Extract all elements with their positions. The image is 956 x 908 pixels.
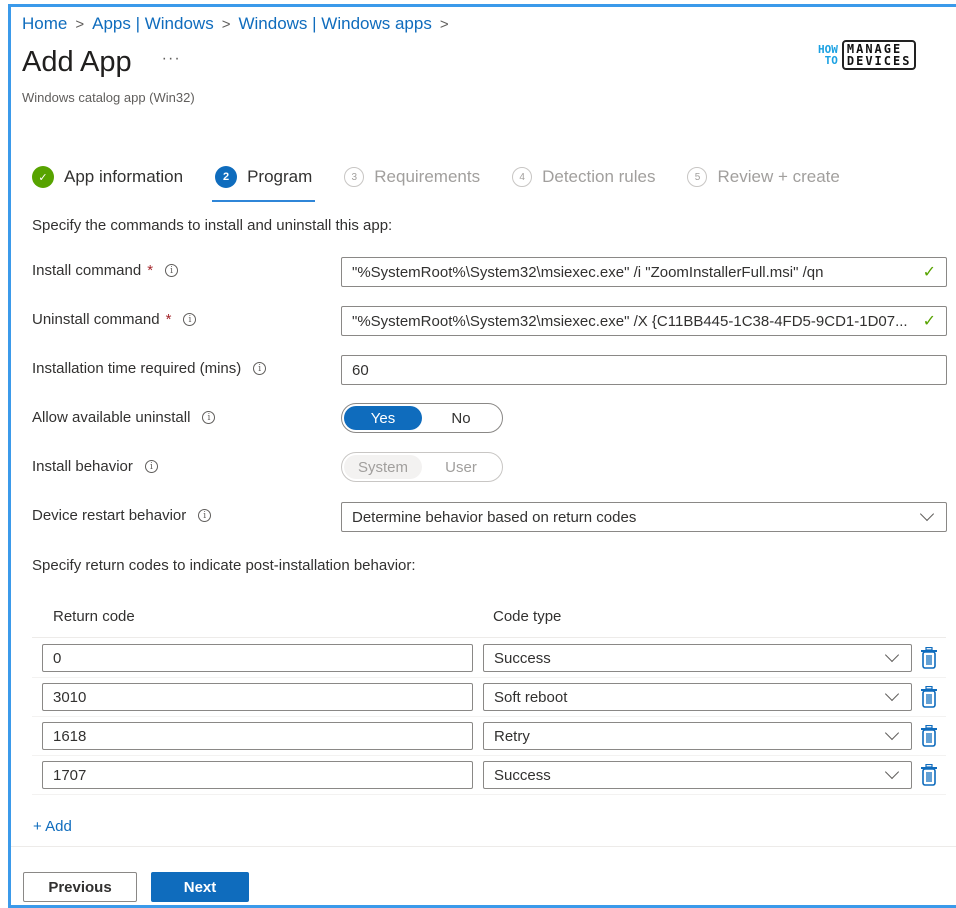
step-label: Requirements: [374, 167, 481, 186]
return-code-input[interactable]: 0: [42, 644, 473, 672]
breadcrumb-windows-apps[interactable]: Windows | Windows apps: [238, 14, 431, 34]
install-time-input[interactable]: 60: [341, 355, 947, 385]
footer-divider: [11, 846, 956, 847]
column-header-return-code: Return code: [53, 608, 135, 625]
info-icon[interactable]: i: [198, 509, 212, 522]
logo-manage-devices: MANAGE DEVICES: [841, 40, 917, 70]
commands-intro: Specify the commands to install and unin…: [32, 217, 393, 234]
step-label: App information: [64, 167, 184, 186]
add-return-code-link[interactable]: + Add: [33, 818, 72, 835]
return-code-row: 1618 Retry: [32, 717, 946, 756]
column-header-code-type: Code type: [493, 608, 562, 625]
install-time-label: Installation time required (mins): [32, 360, 242, 377]
restart-behavior-label: Device restart behavior: [32, 507, 187, 524]
step-app-information[interactable]: ✓ App information: [32, 162, 183, 192]
return-codes-intro: Specify return codes to indicate post-in…: [32, 557, 416, 574]
toggle-option-yes[interactable]: Yes: [344, 406, 422, 430]
info-icon[interactable]: i: [202, 411, 216, 424]
allow-uninstall-label: Allow available uninstall: [32, 409, 191, 426]
chevron-right-icon: >: [439, 15, 449, 33]
step-number-icon: 3: [344, 167, 365, 187]
toggle-option-user: User: [445, 458, 477, 476]
allow-uninstall-toggle[interactable]: Yes No: [341, 403, 503, 433]
chevron-right-icon: >: [221, 15, 231, 33]
trash-icon[interactable]: [920, 725, 938, 747]
trash-icon[interactable]: [920, 764, 938, 786]
return-code-input[interactable]: 1618: [42, 722, 473, 750]
uninstall-command-row: Uninstall command * i: [32, 311, 340, 328]
restart-behavior-row: Device restart behavior i: [32, 507, 340, 524]
uninstall-command-input[interactable]: "%SystemRoot%\System32\msiexec.exe" /X {…: [341, 306, 947, 336]
code-type-select[interactable]: Success: [483, 761, 912, 789]
return-code-input[interactable]: 3010: [42, 683, 473, 711]
more-options-icon[interactable]: ···: [162, 50, 181, 68]
info-icon[interactable]: i: [144, 460, 158, 473]
chevron-down-icon: [884, 686, 900, 702]
step-number-icon: 4: [512, 167, 533, 187]
chevron-down-icon: [919, 506, 935, 522]
breadcrumb: Home > Apps | Windows > Windows | Window…: [22, 14, 449, 34]
chevron-down-icon: [884, 725, 900, 741]
info-icon[interactable]: i: [183, 313, 197, 326]
breadcrumb-home[interactable]: Home: [22, 14, 67, 34]
title-row: Add App ···: [22, 46, 181, 79]
step-detection-rules[interactable]: 4 Detection rules: [512, 162, 655, 192]
install-behavior-toggle: System User: [341, 452, 503, 482]
install-command-input[interactable]: "%SystemRoot%\System32\msiexec.exe" /i "…: [341, 257, 947, 287]
install-behavior-label: Install behavior: [32, 458, 133, 475]
wizard-steps: ✓ App information 2 Program 3 Requiremen…: [32, 162, 872, 202]
install-behavior-row: Install behavior i: [32, 458, 340, 475]
step-review-create[interactable]: 5 Review + create: [687, 162, 840, 192]
required-marker: *: [147, 262, 154, 279]
step-number-icon: 2: [215, 166, 238, 188]
return-codes-header: Return code Code type: [32, 606, 946, 638]
page-subtitle: Windows catalog app (Win32): [22, 90, 195, 105]
code-type-select[interactable]: Retry: [483, 722, 912, 750]
chevron-down-icon: [884, 764, 900, 780]
uninstall-command-label: Uninstall command: [32, 311, 160, 328]
install-time-row: Installation time required (mins) i: [32, 360, 340, 377]
breadcrumb-apps-windows[interactable]: Apps | Windows: [92, 14, 214, 34]
allow-uninstall-row: Allow available uninstall i: [32, 409, 340, 426]
chevron-right-icon: >: [75, 15, 85, 33]
step-label: Program: [247, 167, 313, 186]
logo-how-to: HOW TO: [818, 43, 838, 67]
required-marker: *: [165, 311, 172, 328]
install-command-label: Install command: [32, 262, 142, 279]
next-button[interactable]: Next: [151, 872, 249, 902]
trash-icon[interactable]: [920, 686, 938, 708]
checkmark-icon: ✓: [922, 313, 936, 330]
page-title: Add App: [22, 46, 132, 78]
code-type-select[interactable]: Success: [483, 644, 912, 672]
chevron-down-icon: [884, 647, 900, 663]
return-code-row: 1707 Success: [32, 756, 946, 795]
previous-button[interactable]: Previous: [23, 872, 137, 902]
toggle-option-no[interactable]: No: [422, 406, 500, 430]
step-requirements[interactable]: 3 Requirements: [344, 162, 480, 192]
restart-behavior-select[interactable]: Determine behavior based on return codes: [341, 502, 947, 532]
return-code-row: 3010 Soft reboot: [32, 678, 946, 717]
check-circle-icon: ✓: [32, 166, 54, 188]
install-command-row: Install command * i: [32, 262, 340, 279]
info-icon[interactable]: i: [165, 264, 179, 277]
info-icon[interactable]: i: [253, 362, 267, 375]
step-program[interactable]: 2 Program: [212, 162, 316, 202]
howtomanagedevices-logo: HOW TO MANAGE DEVICES: [818, 40, 917, 70]
step-label: Review + create: [717, 167, 840, 186]
step-number-icon: 5: [687, 167, 708, 187]
trash-icon[interactable]: [920, 647, 938, 669]
return-code-row: 0 Success: [32, 639, 946, 678]
code-type-select[interactable]: Soft reboot: [483, 683, 912, 711]
step-label: Detection rules: [542, 167, 656, 186]
checkmark-icon: ✓: [922, 264, 936, 281]
toggle-option-system: System: [344, 455, 422, 479]
return-code-input[interactable]: 1707: [42, 761, 473, 789]
